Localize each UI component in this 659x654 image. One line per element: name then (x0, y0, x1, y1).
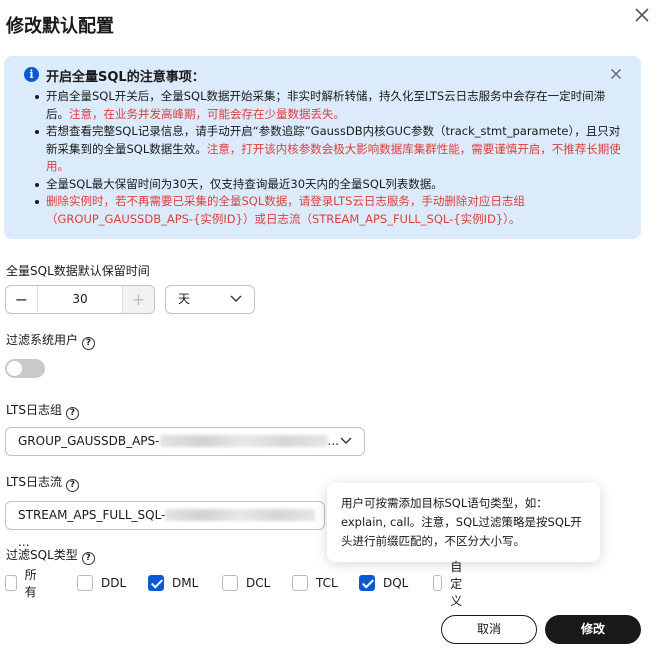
info-icon: i (24, 67, 39, 82)
chevron-down-icon (340, 437, 352, 444)
checkbox-dcl[interactable]: DCL (222, 574, 270, 592)
filter-system-toggle[interactable] (5, 359, 45, 378)
notice-item: 若想查看完整SQL记录信息，请手动开启“参数追踪”GaussDB内核GUC参数（… (28, 123, 624, 176)
notice-list: 开启全量SQL开关后，全量SQL数据开始采集；非实时解析转储，持久化至LTS云日… (28, 88, 624, 228)
help-icon[interactable]: ? (65, 407, 79, 420)
notice-title: 开启全量SQL的注意事项： (46, 70, 205, 85)
notice-panel: i 开启全量SQL的注意事项： 开启全量SQL开关后，全量SQL数据开始采集；非… (4, 56, 641, 239)
notice-item: 删除实例时，若不再需要已采集的全量SQL数据，请登录LTS云日志服务，手动删除对… (28, 193, 624, 228)
check-icon (359, 575, 375, 591)
check-icon (148, 575, 164, 591)
retention-unit-select[interactable]: 天 (165, 285, 255, 314)
retention-stepper: − 30 + (5, 285, 155, 314)
checkbox-custom[interactable]: 自定义 (433, 560, 469, 608)
checkbox-ddl[interactable]: DDL (77, 574, 126, 592)
toggle-knob (7, 361, 22, 376)
checkbox-box (77, 575, 93, 591)
cancel-button[interactable]: 取消 (441, 615, 537, 644)
lts-group-select[interactable]: GROUP_GAUSSDB_APS-... (5, 427, 365, 456)
help-icon[interactable]: ? (82, 337, 96, 350)
decrement-button[interactable]: − (6, 286, 38, 313)
checkbox-dml[interactable]: DML (148, 574, 198, 592)
help-icon[interactable]: ? (65, 479, 79, 492)
checkbox-box (222, 575, 238, 591)
retention-value[interactable]: 30 (38, 286, 122, 313)
retention-label: 全量SQL数据默认保留时间 (6, 264, 150, 278)
notice-item: 全量SQL最大保留时间为30天，仅支持查询最近30天内的全量SQL列表数据。 (28, 176, 624, 194)
notice-close-icon[interactable] (608, 66, 624, 82)
redacted-id (159, 435, 328, 447)
checkbox-dql[interactable]: DQL (359, 574, 408, 592)
checkbox-box (5, 575, 17, 591)
submit-button[interactable]: 修改 (545, 615, 641, 644)
lts-group-label: LTS日志组? (6, 401, 79, 420)
retention-unit-value: 天 (178, 292, 191, 306)
checkbox-box (292, 575, 308, 591)
checkbox-all[interactable]: 所有 (5, 568, 41, 599)
checkbox-tcl[interactable]: TCL (292, 574, 338, 592)
increment-button[interactable]: + (122, 286, 154, 313)
dialog-title: 修改默认配置 (6, 16, 114, 37)
lts-stream-label: LTS日志流? (6, 473, 79, 492)
sql-types-label: 过滤SQL类型? (6, 546, 95, 565)
redacted-id (165, 509, 316, 521)
notice-item: 开启全量SQL开关后，全量SQL数据开始采集；非实时解析转储，持久化至LTS云日… (28, 88, 624, 123)
chevron-down-icon (230, 295, 242, 302)
filter-system-label: 过滤系统用户? (6, 331, 96, 350)
lts-stream-select[interactable]: STREAM_APS_FULL_SQL-... (5, 501, 325, 549)
help-tooltip: 用户可按需添加目标SQL语句类型，如：explain, call。注意，SQL过… (327, 483, 600, 562)
close-icon[interactable] (631, 4, 653, 26)
checkbox-box (433, 575, 443, 591)
help-icon[interactable]: ? (81, 552, 95, 565)
